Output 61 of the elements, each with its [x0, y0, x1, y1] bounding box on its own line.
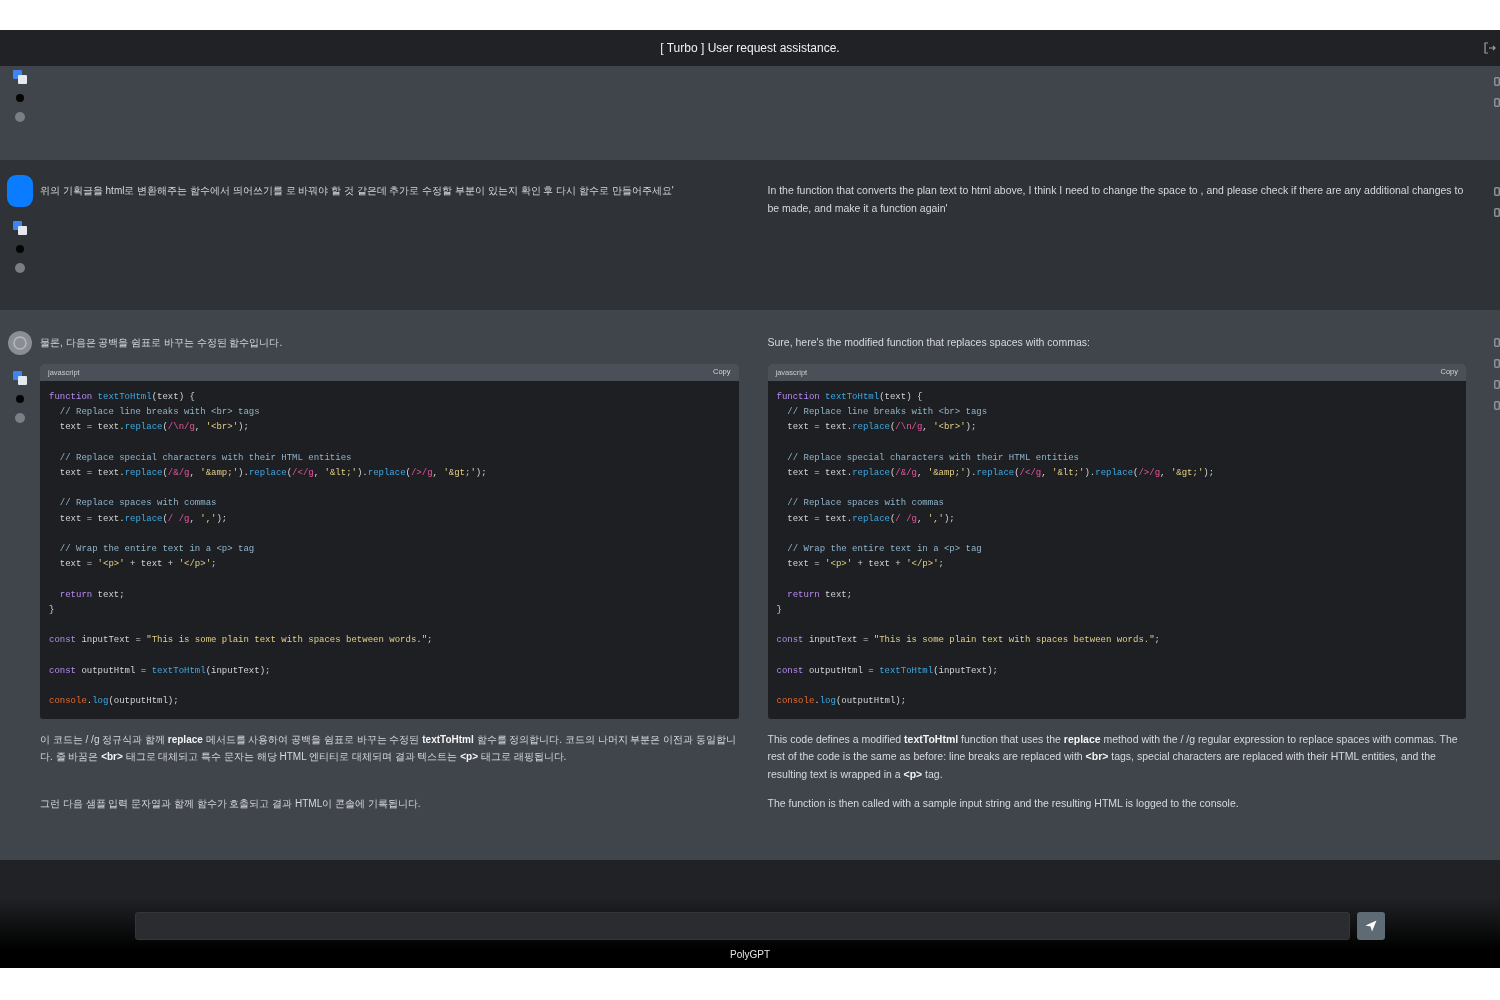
square-outline-icon[interactable] — [1494, 187, 1500, 196]
code-line: // Replace spaces with commas — [58, 497, 217, 511]
message-text: The function is then called with a sample input string and the resulting HTML is logged to the console. — [767, 796, 1240, 812]
code-line: // Replace special characters with their HTML entities — [786, 451, 1079, 465]
dot-icon[interactable] — [16, 94, 24, 102]
squares-icon[interactable] — [13, 70, 27, 84]
message-text: 그런 다음 샘플 입력 문자열과 함께 함수가 호출되고 결과 HTML이 콘솔에 기록됩니다. — [40, 797, 422, 812]
square-outline-icon[interactable] — [1494, 380, 1500, 389]
code-line: function textToHtml(text) { — [776, 391, 923, 404]
dot-icon[interactable] — [16, 245, 24, 253]
code-line: text = '<p>' + text + '</p>'; — [786, 558, 944, 572]
code-line: text = text.replace(/ /g, ','); — [58, 512, 228, 526]
code-line: } — [49, 603, 55, 617]
code-line: // Wrap the entire text in a <p> tag — [58, 543, 255, 556]
dot-icon[interactable] — [15, 112, 25, 122]
code-line: // Replace special characters with their HTML entities — [58, 451, 352, 465]
code-line: text = text.replace(/ /g, ','); — [786, 512, 955, 526]
code-line: return text; — [58, 588, 125, 602]
code-line: const outputHtml = textToHtml(inputText); — [776, 664, 998, 678]
code-line: function textToHtml(text) { — [49, 391, 195, 404]
code-line: const inputText = "This is some plain text with spaces between words."; — [776, 634, 1160, 648]
code-line: text = text.replace(/&/g, '&amp;').replace(/</g, '&lt;').replace(/>/g, '&gt;'); — [786, 467, 1215, 480]
bot-avatar — [8, 331, 32, 355]
footer-label: PolyGPT — [730, 948, 770, 962]
square-outline-icon[interactable] — [1494, 77, 1500, 86]
code-line: const inputText = "This is some plain text with spaces between words."; — [49, 634, 433, 648]
dot-icon[interactable] — [16, 395, 24, 403]
message-text: In the function that converts the plan text to html above, I think I need to change the space to , and please check if there are any additional changes to be made, and make it a function again' — [767, 183, 1465, 216]
window-title: [ Turbo ] User request assistance. — [660, 41, 840, 55]
message-text: Sure, here's the modified function that replaces spaces with commas: — [767, 335, 1091, 350]
code-line: // Wrap the entire text in a <p> tag — [786, 543, 982, 556]
code-line: text = text.replace(/\n/g, '<br>'); — [786, 421, 977, 435]
square-outline-icon[interactable] — [1494, 338, 1500, 347]
user-avatar — [7, 175, 33, 207]
message-text: This code defines a modified textToHtml function that uses the replace method with the / /g regular expression to replace spaces with commas. The rest of the code is the same as before: line breaks are replaced with <br> tags, special characters are replaced with their HTML entities, and the resulting text is wrapped in a <p> tag. — [767, 731, 1459, 782]
dot-icon[interactable] — [15, 263, 25, 273]
message-text: 물론, 다음은 공백을 쉼표로 바꾸는 수정된 함수입니다. — [40, 336, 284, 350]
square-outline-icon[interactable] — [1494, 359, 1500, 368]
squares-icon[interactable] — [13, 371, 27, 385]
code-line: } — [776, 603, 782, 617]
code-line: console.log(outputHtml); — [49, 694, 179, 708]
square-outline-icon[interactable] — [1494, 98, 1500, 107]
logout-icon[interactable] — [1484, 42, 1496, 54]
code-line: text = text.replace(/\n/g, '<br>'); — [58, 421, 249, 435]
code-line: const outputHtml = textToHtml(inputText); — [49, 664, 271, 678]
code-line: text = '<p>' + text + '</p>'; — [58, 558, 217, 572]
square-outline-icon[interactable] — [1494, 401, 1500, 410]
squares-icon[interactable] — [13, 221, 27, 235]
code-line: // Replace line breaks with <br> tags — [58, 406, 260, 420]
square-outline-icon[interactable] — [1494, 208, 1500, 217]
code-line: console.log(outputHtml); — [776, 694, 907, 708]
code-line: text = text.replace(/&/g, '&amp;').replace(/</g, '&lt;').replace(/>/g, '&gt;'); — [58, 467, 487, 480]
message-input[interactable] — [135, 912, 1350, 940]
code-line: // Replace spaces with commas — [786, 497, 944, 511]
send-button[interactable] — [1357, 912, 1385, 940]
dot-icon[interactable] — [15, 413, 25, 423]
message-text: 위의 기획글을 html로 변환해주는 함수에서 띄어쓰기를 로 바꿔야 할 것 같은데 추가로 수정할 부분이 있는지 확인 후 다시 함수로 만들어주세요' — [40, 184, 675, 198]
code-line: // Replace line breaks with <br> tags — [786, 406, 988, 420]
send-icon — [1365, 920, 1377, 932]
message-text: 이 코드는 / /g 정규식과 함께 replace 메서드를 사용하여 공백을 쉼표로 바꾸는 수정된 textToHtml 함수를 정의합니다. 코드의 나머지 부분은 이전과 동일합니다. 줄 바꿈은 <br> 태그로 대체되고 특수 문자는 해당 HTML 엔티티로 대체되며 결과 텍스트는 <p> 태그로 래핑됩니다. — [40, 732, 737, 765]
code-line: return text; — [786, 588, 853, 602]
